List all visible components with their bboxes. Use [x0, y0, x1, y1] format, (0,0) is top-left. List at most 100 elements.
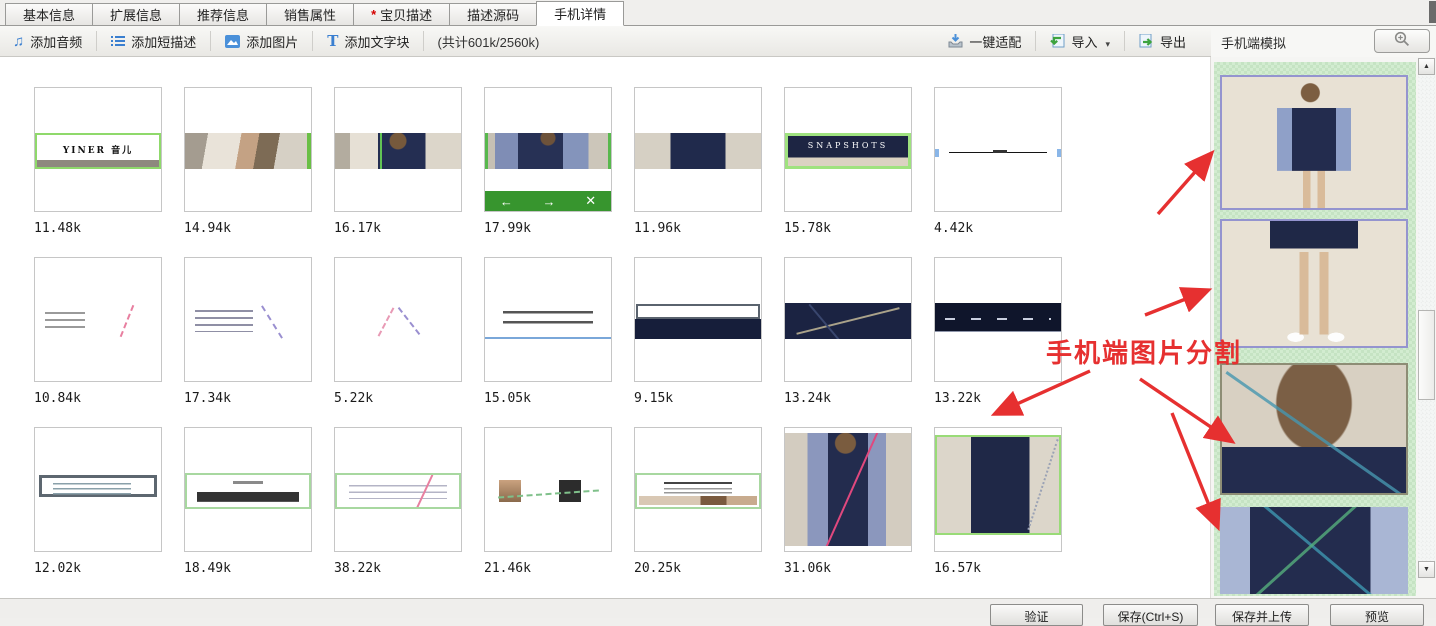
footer-button-3[interactable]: 保存并上传 [1215, 604, 1309, 626]
image-band-tablerows [335, 473, 461, 509]
thumbnail-card[interactable]: 12.02k [34, 427, 162, 576]
thumbnail-card[interactable]: 14.94k [184, 87, 312, 236]
thumbnail-card[interactable]: 20.25k [634, 427, 762, 576]
thumbnail-card[interactable]: 18.49k [184, 427, 312, 576]
thumbnail-size-label: 15.78k [784, 221, 912, 236]
preview-segment-vest-closeup[interactable] [1220, 507, 1408, 594]
preview-segment-model-full[interactable] [1220, 75, 1408, 210]
thumbnail-size-label: 15.05k [484, 391, 612, 406]
export-icon [1139, 34, 1154, 48]
preview-segment-face-closeup[interactable] [1220, 363, 1408, 495]
toolbar-separator [210, 31, 211, 51]
image-band-grayboxtext [35, 473, 161, 509]
window-edge [1429, 1, 1436, 23]
zoom-preview-button[interactable] [1374, 29, 1430, 53]
tab-label: 描述源码 [467, 5, 519, 24]
thumbnail-card[interactable]: 16.17k [334, 87, 462, 236]
image-band-dress [635, 133, 761, 169]
thumbnail-card[interactable]: 11.96k [634, 87, 762, 236]
total-size-label: (共计601k/2560k) [437, 32, 539, 51]
description-canvas: YINER 音儿11.48k 14.94k 16.17k ← → ✕ 17.99k 11.96… [0, 57, 1211, 598]
footer-button-1[interactable]: 验证 [990, 604, 1083, 626]
image-band-diagonals [335, 303, 461, 339]
add-audio-button[interactable]: ♫ 添加音频 [0, 26, 95, 56]
delete-icon[interactable]: ✕ [585, 193, 596, 209]
tab-描述源码[interactable]: 描述源码 [449, 3, 537, 25]
toolbar-separator [1035, 31, 1036, 51]
thumbnail-card[interactable]: 4.42k [934, 87, 1062, 236]
export-button[interactable]: 导出 [1126, 26, 1199, 56]
tab-基本信息[interactable]: 基本信息 [5, 3, 93, 25]
thumbnail-size-label: 5.22k [334, 391, 462, 406]
tab-label: 推荐信息 [197, 5, 249, 24]
thumbnail-card[interactable]: 38.22k [334, 427, 462, 576]
thumbnail-card[interactable]: 9.15k [634, 257, 762, 406]
thumbnail-size-label: 11.48k [34, 221, 162, 236]
preview-segment-legs-heels[interactable] [1220, 219, 1408, 348]
footer-button-4[interactable]: 预览 [1330, 604, 1424, 626]
thumbnail-image [634, 87, 762, 212]
thumbnail-image [784, 257, 912, 382]
scroll-up-icon[interactable]: ▲ [1418, 58, 1435, 75]
thumbnail-size-label: 17.99k [484, 221, 612, 236]
add-short-description-button[interactable]: 添加短描述 [98, 26, 209, 56]
one-click-fit-button[interactable]: 一键适配 [935, 26, 1034, 56]
thumbnail-size-label: 14.94k [184, 221, 312, 236]
thumbnail-image [934, 257, 1062, 382]
thumbnail-card[interactable]: 10.84k [34, 257, 162, 406]
thumbnail-card[interactable]: 21.46k [484, 427, 612, 576]
image-band-textgreen [635, 473, 761, 509]
tab-bar: 基本信息扩展信息推荐信息 销售属性 *宝贝描述描述源码 手机详情 [0, 0, 1436, 26]
move-left-icon[interactable]: ← [500, 194, 513, 209]
preview-panel-header: 手机端模拟 [1211, 26, 1436, 57]
image-band-textlines2 [185, 303, 311, 339]
toolbar-separator [423, 31, 424, 51]
image-icon [225, 35, 240, 48]
thumbnail-card[interactable]: 17.34k [184, 257, 312, 406]
image-band-textlines [35, 303, 161, 339]
tab-宝贝描述[interactable]: *宝贝描述 [353, 3, 450, 25]
import-dropdown-caret-icon[interactable]: ▾ [1105, 39, 1110, 56]
image-band-modellarge [785, 433, 911, 546]
mobile-preview-panel [1211, 57, 1436, 598]
tab-手机详情[interactable]: 手机详情 [536, 1, 624, 26]
thumbnail-size-label: 11.96k [634, 221, 762, 236]
add-text-block-button[interactable]: T 添加文字块 [314, 26, 422, 56]
move-right-icon[interactable]: → [543, 194, 556, 209]
image-band-halfnavy [635, 303, 761, 339]
image-band-face [185, 133, 311, 169]
thumbnail-card[interactable]: 13.22k [934, 257, 1062, 406]
thumbnail-size-label: 38.22k [334, 561, 462, 576]
one-click-fit-label: 一键适配 [969, 32, 1021, 51]
tab-label: 销售属性 [284, 5, 336, 24]
thumbnail-card[interactable]: 31.06k [784, 427, 912, 576]
tab-label: 手机详情 [554, 4, 606, 23]
add-image-button[interactable]: 添加图片 [212, 26, 311, 56]
thumbnail-card[interactable]: ← → ✕ 17.99k [484, 87, 612, 236]
thumbnail-card[interactable]: 16.57k [934, 427, 1062, 576]
thumbnail-size-label: 4.42k [934, 221, 1062, 236]
tab-推荐信息[interactable]: 推荐信息 [179, 3, 267, 25]
footer-button-2[interactable]: 保存(Ctrl+S) [1103, 604, 1198, 626]
thumbnail-card[interactable]: 5.22k [334, 257, 462, 406]
thumbnail-card[interactable]: 15.05k [484, 257, 612, 406]
inbox-download-icon [948, 34, 963, 48]
scroll-down-icon[interactable]: ▼ [1418, 561, 1435, 578]
tab-扩展信息[interactable]: 扩展信息 [92, 3, 180, 25]
thumbnail-image [34, 257, 162, 382]
thumbnail-card[interactable]: SNAPSHOTS15.78k [784, 87, 912, 236]
import-button[interactable]: 导入 ▾ [1037, 26, 1123, 56]
tab-销售属性[interactable]: 销售属性 [266, 3, 354, 25]
add-image-label: 添加图片 [246, 32, 298, 51]
image-band-divider [935, 133, 1061, 169]
thumbnail-card[interactable]: 13.24k [784, 257, 912, 406]
thumbnail-image [934, 87, 1062, 212]
thumbnail-image [484, 257, 612, 382]
thumbnail-card[interactable]: YINER 音儿11.48k [34, 87, 162, 236]
thumbnail-size-label: 17.34k [184, 391, 312, 406]
thumbnail-size-label: 10.84k [34, 391, 162, 406]
scrollbar-thumb[interactable] [1418, 310, 1435, 400]
image-band-dressclose [935, 435, 1061, 535]
image-band-modeltop [335, 133, 461, 169]
mobile-preview-split-container [1214, 62, 1416, 596]
